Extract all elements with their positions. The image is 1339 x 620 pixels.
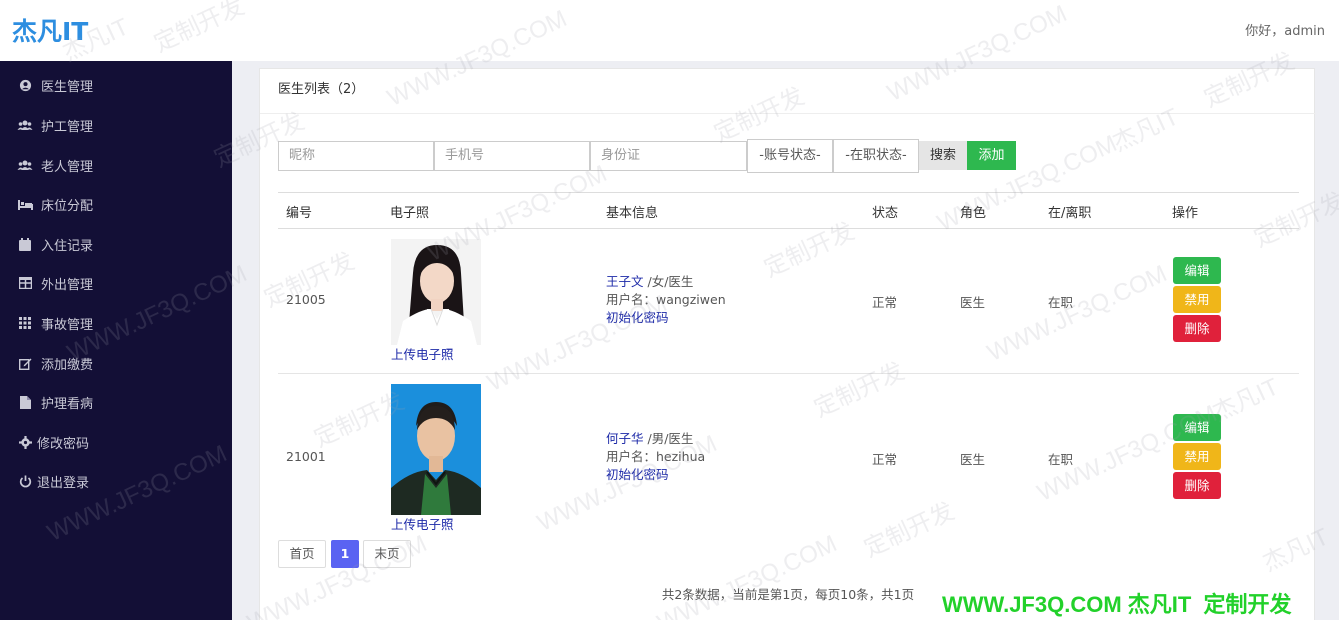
status: 正常: [872, 295, 898, 310]
sidebar-item-label: 老人管理: [41, 159, 94, 175]
delete-button[interactable]: 删除: [1173, 315, 1221, 342]
gender-role: /女/医生: [643, 274, 694, 289]
role: 医生: [960, 452, 986, 467]
calendar-icon: [17, 237, 33, 251]
sidebar-item-outing[interactable]: 外出管理: [0, 263, 232, 303]
bed-icon: [17, 197, 33, 211]
page-title: 医生列表（2）: [260, 69, 1316, 114]
th-id: 编号: [286, 206, 313, 221]
sidebar-item-payment[interactable]: 添加缴费: [0, 343, 232, 383]
basic-info: 何子华 /男/医生 用户名：hezihua 初始化密码: [606, 430, 705, 484]
table-header: 编号 电子照 基本信息 状态 角色 在/离职 操作: [278, 192, 1299, 229]
doctor-id: 21005: [286, 292, 326, 307]
sidebar-item-accident[interactable]: 事故管理: [0, 303, 232, 343]
sidebar-item-care[interactable]: 护理看病: [0, 382, 232, 422]
sidebar-item-label: 事故管理: [41, 317, 94, 333]
sidebar-item-elderly[interactable]: 老人管理: [0, 145, 232, 185]
doctor-name-link[interactable]: 何子华: [606, 431, 644, 446]
pager-page-button[interactable]: 1: [331, 540, 359, 568]
employment-status: 在职: [1048, 452, 1074, 467]
search-button[interactable]: 搜索: [919, 141, 967, 170]
doctor-id: 21001: [286, 449, 326, 464]
sidebar-item-label: 修改密码: [37, 436, 90, 452]
upload-photo-link[interactable]: 上传电子照: [391, 344, 454, 363]
sidebar-item-password[interactable]: 修改密码: [0, 422, 232, 462]
pager-first-button[interactable]: 首页: [278, 540, 326, 568]
reset-password-link[interactable]: 初始化密码: [606, 309, 726, 327]
sidebar-item-caregiver[interactable]: 护工管理: [0, 105, 232, 145]
sidebar-item-checkin[interactable]: 入住记录: [0, 224, 232, 264]
doctor-photo: [391, 239, 481, 345]
grid-icon: [17, 316, 33, 330]
nickname-input[interactable]: 昵称: [278, 141, 434, 171]
sidebar-item-bed[interactable]: 床位分配: [0, 184, 232, 224]
users-icon: [17, 118, 33, 132]
gear-icon: [17, 435, 33, 449]
sidebar-item-label: 医生管理: [41, 79, 94, 95]
phone-input[interactable]: 手机号: [434, 141, 590, 171]
username: 用户名：wangziwen: [606, 292, 726, 307]
th-info: 基本信息: [606, 206, 659, 221]
doctor-list-card: 医生列表（2） 昵称 手机号 身份证 -账号状态- -在职状态- 搜索 添加 编…: [259, 68, 1316, 620]
app-logo[interactable]: 杰凡IT: [12, 12, 88, 48]
sidebar-item-label: 外出管理: [41, 277, 94, 293]
sidebar-item-label: 护理看病: [41, 396, 94, 412]
employment-status: 在职: [1048, 295, 1074, 310]
edit-button[interactable]: 编辑: [1173, 414, 1221, 441]
top-bar: 杰凡IT 你好，admin: [0, 0, 1339, 61]
status: 正常: [872, 452, 898, 467]
th-role: 角色: [960, 206, 987, 221]
th-actions: 操作: [1172, 206, 1199, 221]
table-row: 21001 上传电子照 何子华 /男/医生 用户名：hezihua 初始化密码 …: [278, 374, 1299, 536]
reset-password-link[interactable]: 初始化密码: [606, 466, 705, 484]
th-photo: 电子照: [390, 206, 430, 221]
sidebar-item-label: 添加缴费: [41, 357, 94, 373]
edit-icon: [17, 356, 33, 370]
sidebar-item-doctor[interactable]: 医生管理: [0, 65, 232, 105]
role: 医生: [960, 295, 986, 310]
doctor-name-link[interactable]: 王子文: [606, 274, 644, 289]
account-status-select[interactable]: -账号状态-: [747, 139, 833, 173]
sidebar: 医生管理 护工管理 老人管理 床位分配 入住记录 外出管理 事故管理 添加缴费 …: [0, 61, 232, 620]
delete-button[interactable]: 删除: [1173, 472, 1221, 499]
user-greeting: 你好，admin: [1245, 24, 1325, 39]
th-status: 状态: [872, 206, 899, 221]
sidebar-item-logout[interactable]: 退出登录: [0, 461, 232, 501]
table-icon: [17, 276, 33, 290]
th-employment: 在/离职: [1048, 206, 1092, 221]
username: 用户名：hezihua: [606, 449, 706, 464]
add-button[interactable]: 添加: [967, 141, 1016, 170]
sidebar-item-label: 退出登录: [37, 475, 90, 491]
brand-banner: WWW.JF3Q.COM 杰凡IT 定制开发: [942, 592, 1292, 617]
power-icon: [17, 474, 33, 488]
basic-info: 王子文 /女/医生 用户名：wangziwen 初始化密码: [606, 273, 726, 327]
main-content: 医生列表（2） 昵称 手机号 身份证 -账号状态- -在职状态- 搜索 添加 编…: [232, 61, 1339, 620]
idcard-input[interactable]: 身份证: [590, 141, 747, 171]
sidebar-item-label: 床位分配: [41, 198, 94, 214]
ban-button[interactable]: 禁用: [1173, 443, 1221, 470]
users-icon: [17, 158, 33, 172]
edit-button[interactable]: 编辑: [1173, 257, 1221, 284]
file-icon: [17, 395, 33, 409]
job-status-select[interactable]: -在职状态-: [833, 139, 919, 173]
pager-last-button[interactable]: 末页: [363, 540, 411, 568]
ban-button[interactable]: 禁用: [1173, 286, 1221, 313]
table-row: 21005 上传电子照 王子文 /女/医生 用户名：wangziwen 初始化密…: [278, 229, 1299, 374]
doctor-photo: [391, 384, 481, 515]
user-circle-icon: [17, 78, 33, 92]
sidebar-item-label: 护工管理: [41, 119, 94, 135]
sidebar-item-label: 入住记录: [41, 238, 94, 254]
upload-photo-link[interactable]: 上传电子照: [391, 514, 454, 533]
gender-role: /男/医生: [643, 431, 694, 446]
